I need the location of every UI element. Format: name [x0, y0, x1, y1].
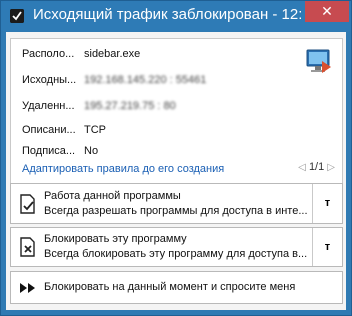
allow-document-icon — [19, 194, 37, 219]
source-row: Исходны... 192.168.145.220 : 55461 — [22, 74, 206, 86]
connection-info-panel: Располо... sidebar.exe Исходны... 192.168.… — [10, 38, 343, 186]
signed-value: No — [84, 145, 99, 157]
location-value: sidebar.exe — [84, 48, 141, 60]
remote-label: Удаленн... — [22, 100, 75, 112]
allow-program-options-button[interactable]: т — [312, 184, 342, 223]
next-arrow-icon[interactable]: ▷ — [327, 162, 335, 173]
block-program-button[interactable]: Блокировать эту программу Всегда блокиро… — [11, 228, 312, 266]
app-icon — [10, 9, 24, 23]
pager-value: 1/1 — [308, 161, 325, 173]
block-program-action[interactable]: Блокировать эту программу Всегда блокиро… — [10, 227, 343, 267]
signed-label: Подписа... — [22, 145, 76, 157]
description-value: TCP — [84, 124, 106, 136]
close-button[interactable]: ✕ — [305, 1, 349, 22]
remote-value: 195.27.219.75 : 80 — [84, 100, 176, 112]
dialog-content: Располо... sidebar.exe Исходны... 192.168.… — [6, 32, 346, 310]
adapt-rules-link[interactable]: Адаптировать правила до его создания — [22, 163, 224, 175]
remote-row: Удаленн... 195.27.219.75 : 80 — [22, 100, 176, 112]
block-once-title: Блокировать на данный момент и спросите … — [44, 281, 296, 293]
signed-row: Подписа... No — [22, 145, 98, 157]
allow-program-action[interactable]: Работа данной программы Всегда разрешать… — [10, 183, 343, 224]
alert-window: Исходящий трафик заблокирован - 12:... ✕… — [0, 0, 352, 316]
double-arrow-icon — [19, 281, 39, 300]
block-program-subtitle: Всегда блокировать эту программу для дос… — [44, 248, 308, 260]
location-label: Располо... — [22, 48, 75, 60]
block-once-action[interactable]: Блокировать на данный момент и спросите … — [10, 271, 343, 304]
description-label: Описани... — [22, 124, 76, 136]
allow-program-button[interactable]: Работа данной программы Всегда разрешать… — [11, 184, 312, 223]
block-program-title: Блокировать эту программу — [44, 233, 187, 245]
title-bar: Исходящий трафик заблокирован - 12:... ✕ — [1, 1, 351, 31]
window-title: Исходящий трафик заблокирован - 12:... — [33, 6, 301, 23]
allow-program-subtitle: Всегда разрешать программы для доступа в… — [44, 205, 308, 217]
source-value: 192.168.145.220 : 55461 — [84, 74, 207, 86]
pager: ◁ 1/1 ▷ — [298, 161, 335, 173]
allow-program-title: Работа данной программы — [44, 190, 181, 202]
source-label: Исходны... — [22, 74, 77, 86]
prev-arrow-icon[interactable]: ◁ — [298, 162, 306, 173]
monitor-shield-icon — [304, 47, 334, 77]
block-document-icon — [19, 237, 37, 262]
location-row: Располо... sidebar.exe — [22, 48, 140, 60]
block-program-options-button[interactable]: т — [312, 228, 342, 266]
description-row: Описани... TCP — [22, 124, 106, 136]
